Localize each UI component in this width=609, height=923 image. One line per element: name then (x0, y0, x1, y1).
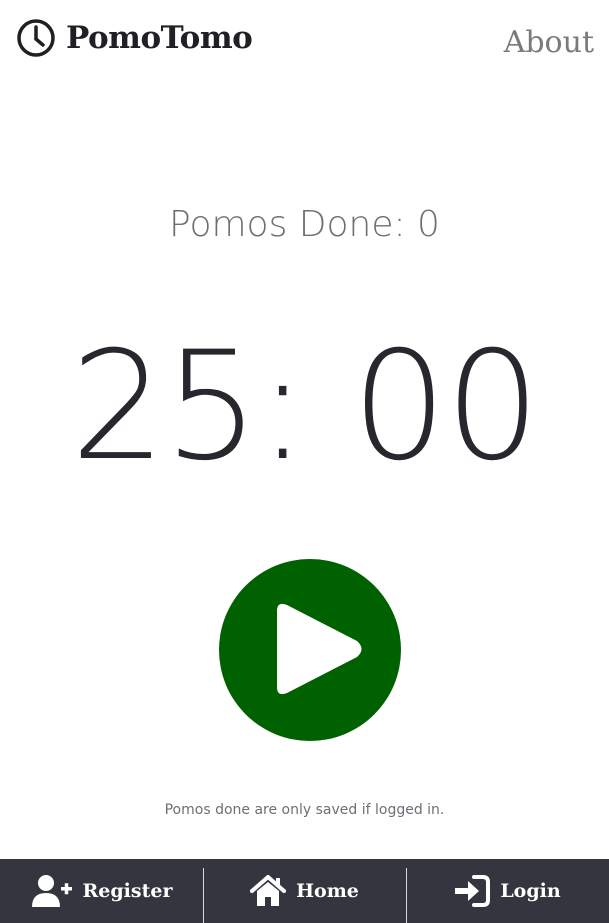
nav-register-label: Register (82, 880, 173, 902)
app-page: PomoTomo About Pomos Done: 0 25: 00 Pomo… (0, 0, 609, 923)
nav-home-label: Home (296, 880, 359, 902)
home-icon (250, 875, 287, 906)
play-button[interactable] (219, 559, 401, 741)
nav-register[interactable]: Register (0, 859, 203, 923)
pomos-done-counter: Pomos Done: 0 (169, 204, 440, 245)
sign-in-icon (455, 875, 491, 907)
nav-home[interactable]: Home (203, 859, 406, 923)
clock-icon (17, 19, 55, 57)
brand-title: PomoTomo (66, 20, 253, 56)
login-note: Pomos done are only saved if logged in. (164, 802, 445, 818)
nav-login-label: Login (500, 880, 561, 902)
nav-login[interactable]: Login (406, 859, 609, 923)
brand-link[interactable]: PomoTomo (16, 18, 253, 58)
play-icon (277, 603, 362, 695)
bottom-nav: Register Home Login (0, 859, 609, 923)
about-link[interactable]: About (504, 24, 594, 62)
user-plus-icon (31, 875, 72, 907)
top-header: PomoTomo About (0, 0, 609, 86)
timer-display: 25: 00 (70, 320, 541, 494)
